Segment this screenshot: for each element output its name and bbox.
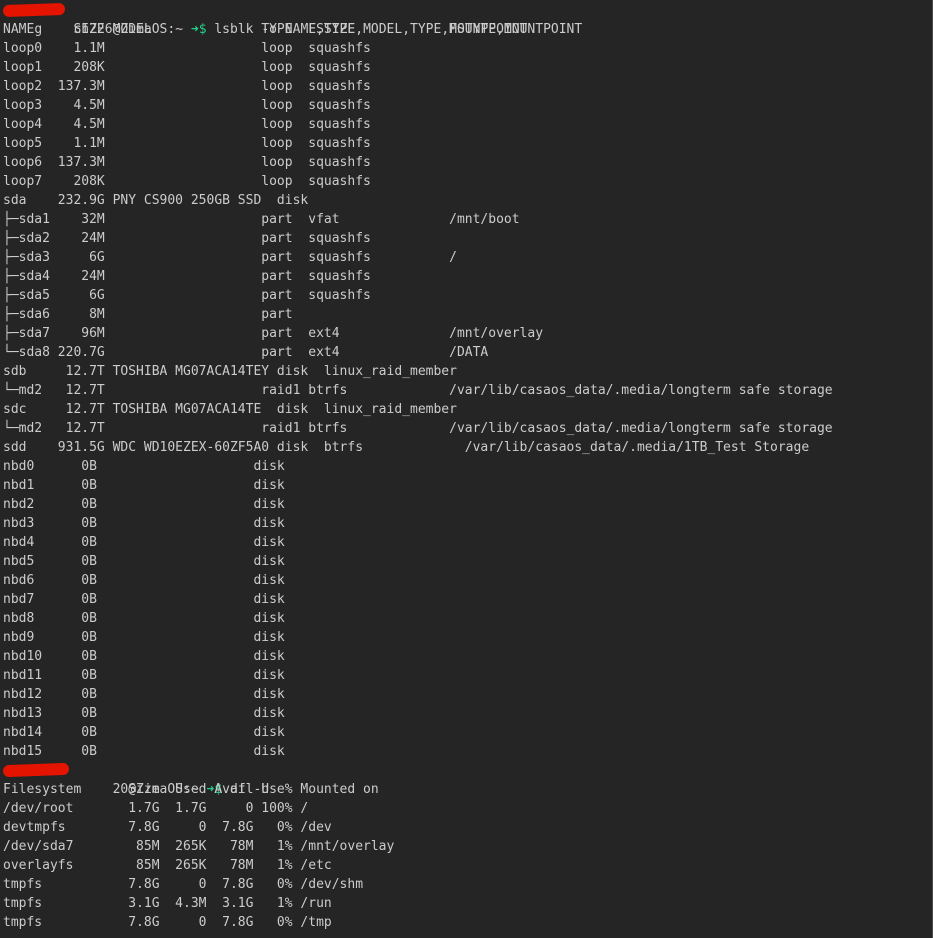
- output-line: tmpfs 3.1G 4.3M 3.1G 1% /run: [3, 896, 332, 911]
- output-line: ├─sda5 6G part squashfs: [3, 288, 371, 303]
- output-line: loop0 1.1M loop squashfs: [3, 41, 371, 56]
- output-line: sdb 12.7T TOSHIBA MG07ACA14TEY disk linu…: [3, 364, 457, 379]
- output-line: devtmpfs 7.8G 0 7.8G 0% /dev: [3, 820, 332, 835]
- output-line: └─md2 12.7T raid1 btrfs /var/lib/casaos_…: [3, 383, 833, 398]
- output-line: nbd12 0B disk: [3, 687, 285, 702]
- output-line: loop4 4.5M loop squashfs: [3, 117, 371, 132]
- terminal-window[interactable]: g ch226@ZimaOS:~ ➜$ lsblk -o NAME,SIZE,M…: [0, 0, 933, 938]
- output-line: tmpfs 7.8G 0 7.8G 0% /tmp: [3, 915, 332, 930]
- output-line: sdc 12.7T TOSHIBA MG07ACA14TE disk linux…: [3, 402, 457, 417]
- output-line: └─md2 12.7T raid1 btrfs /var/lib/casaos_…: [3, 421, 833, 436]
- df-output: Filesystem Size Used Avail Use% Mounted …: [3, 780, 932, 932]
- output-line: nbd3 0B disk: [3, 516, 285, 531]
- output-line: loop2 137.3M loop squashfs: [3, 79, 371, 94]
- output-line: loop6 137.3M loop squashfs: [3, 155, 371, 170]
- output-line: nbd4 0B disk: [3, 535, 285, 550]
- output-line: └─sda8 220.7G part ext4 /DATA: [3, 345, 489, 360]
- output-line: nbd5 0B disk: [3, 554, 285, 569]
- output-line: loop5 1.1M loop squashfs: [3, 136, 371, 151]
- output-line: nbd7 0B disk: [3, 592, 285, 607]
- output-line: /dev/root 1.7G 1.7G 0 100% /: [3, 801, 309, 816]
- output-line: ├─sda3 6G part squashfs /: [3, 250, 457, 265]
- lsblk-output: NAME SIZE MODEL TYPE FSTYPE MOUNTPOINT lo…: [3, 20, 932, 761]
- output-line: nbd0 0B disk: [3, 459, 285, 474]
- output-line: loop7 208K loop squashfs: [3, 174, 371, 189]
- output-line: ├─sda1 32M part vfat /mnt/boot: [3, 212, 520, 227]
- output-line: nbd1 0B disk: [3, 478, 285, 493]
- output-line: loop1 208K loop squashfs: [3, 60, 371, 75]
- redaction-mark: [2, 2, 66, 18]
- prompt-line-df: 20@ZimaOS:~ ➜$ df -h: [2, 761, 932, 797]
- output-line: Filesystem Size Used Avail Use% Mounted …: [3, 782, 379, 797]
- output-line: sdd 931.5G WDC WD10EZEX-60ZF5A0 disk btr…: [3, 440, 810, 455]
- output-line: ├─sda4 24M part squashfs: [3, 269, 371, 284]
- output-line: overlayfs 85M 265K 78M 1% /etc: [3, 858, 332, 873]
- prompt-line-lsblk: g ch226@ZimaOS:~ ➜$ lsblk -o NAME,SIZE,M…: [2, 1, 932, 37]
- output-line: nbd2 0B disk: [3, 497, 285, 512]
- output-line: nbd13 0B disk: [3, 706, 285, 721]
- output-line: nbd14 0B disk: [3, 725, 285, 740]
- output-line: nbd8 0B disk: [3, 611, 285, 626]
- output-line: NAME SIZE MODEL TYPE FSTYPE MOUNTPOINT: [3, 22, 528, 37]
- output-line: tmpfs 7.8G 0 7.8G 0% /dev/shm: [3, 877, 364, 892]
- output-line: nbd6 0B disk: [3, 573, 285, 588]
- output-line: sda 232.9G PNY CS900 250GB SSD disk: [3, 193, 309, 208]
- output-line: ├─sda7 96M part ext4 /mnt/overlay: [3, 326, 544, 341]
- output-line: ├─sda6 8M part: [3, 307, 293, 322]
- output-line: nbd10 0B disk: [3, 649, 285, 664]
- output-line: /dev/sda7 85M 265K 78M 1% /mnt/overlay: [3, 839, 395, 854]
- output-line: nbd15 0B disk: [3, 744, 285, 759]
- output-line: ├─sda2 24M part squashfs: [3, 231, 371, 246]
- redaction-mark: [2, 762, 70, 778]
- output-line: nbd11 0B disk: [3, 668, 285, 683]
- output-line: nbd9 0B disk: [3, 630, 285, 645]
- output-line: loop3 4.5M loop squashfs: [3, 98, 371, 113]
